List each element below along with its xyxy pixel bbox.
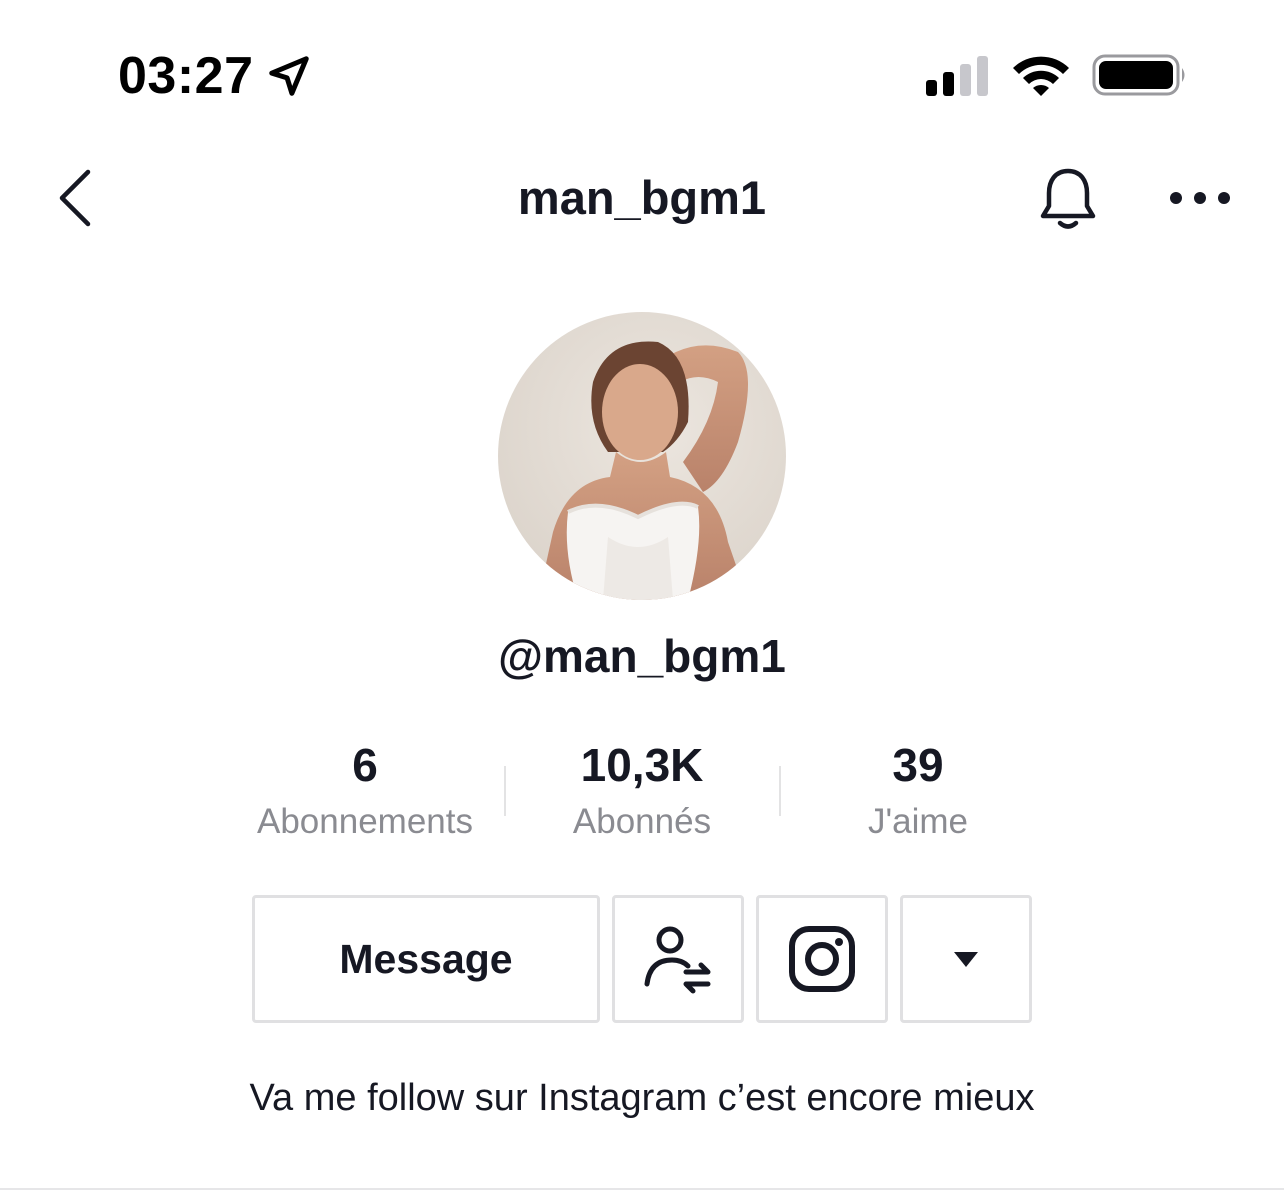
stat-divider xyxy=(779,766,781,816)
instagram-button[interactable] xyxy=(756,895,888,1023)
caret-down-icon xyxy=(954,952,978,967)
stat-divider xyxy=(504,766,506,816)
stat-following[interactable]: 6 Abonnements xyxy=(230,736,500,850)
user-swap-icon xyxy=(644,926,711,994)
more-options-button[interactable] xyxy=(1164,176,1236,220)
status-bar-time: 03:27 xyxy=(118,44,312,108)
following-count: 6 xyxy=(352,739,378,791)
battery-icon xyxy=(1092,54,1185,96)
instagram-icon xyxy=(789,926,855,992)
likes-label: J'aime xyxy=(867,802,969,841)
cellular-signal-icon xyxy=(926,56,988,96)
bell-icon xyxy=(1040,168,1096,229)
message-button[interactable]: Message xyxy=(252,895,600,1023)
wifi-icon xyxy=(1013,56,1069,96)
status-time-text: 03:27 xyxy=(118,47,254,105)
following-label: Abonnements xyxy=(257,802,473,841)
profile-handle: @man_bgm1 xyxy=(498,630,786,682)
dropdown-button[interactable] xyxy=(900,895,1032,1023)
page-title: man_bgm1 xyxy=(517,171,767,224)
more-horizontal-icon xyxy=(1170,192,1230,204)
divider xyxy=(0,1188,1284,1190)
followers-label: Abonnés xyxy=(572,802,712,841)
location-arrow-icon xyxy=(268,56,309,96)
likes-count: 39 xyxy=(892,739,944,791)
stat-followers[interactable]: 10,3K Abonnés xyxy=(510,736,774,850)
avatar-image xyxy=(498,312,786,600)
profile-avatar[interactable] xyxy=(498,312,786,600)
suggested-accounts-button[interactable] xyxy=(612,895,744,1023)
chevron-left-icon xyxy=(59,169,91,227)
profile-bio: Va me follow sur Instagram c’est encore … xyxy=(249,1077,1035,1119)
notifications-bell-button[interactable] xyxy=(1034,164,1102,234)
stat-likes[interactable]: 39 J'aime xyxy=(786,736,1050,850)
followers-count: 10,3K xyxy=(580,739,704,791)
back-button[interactable] xyxy=(44,166,104,230)
